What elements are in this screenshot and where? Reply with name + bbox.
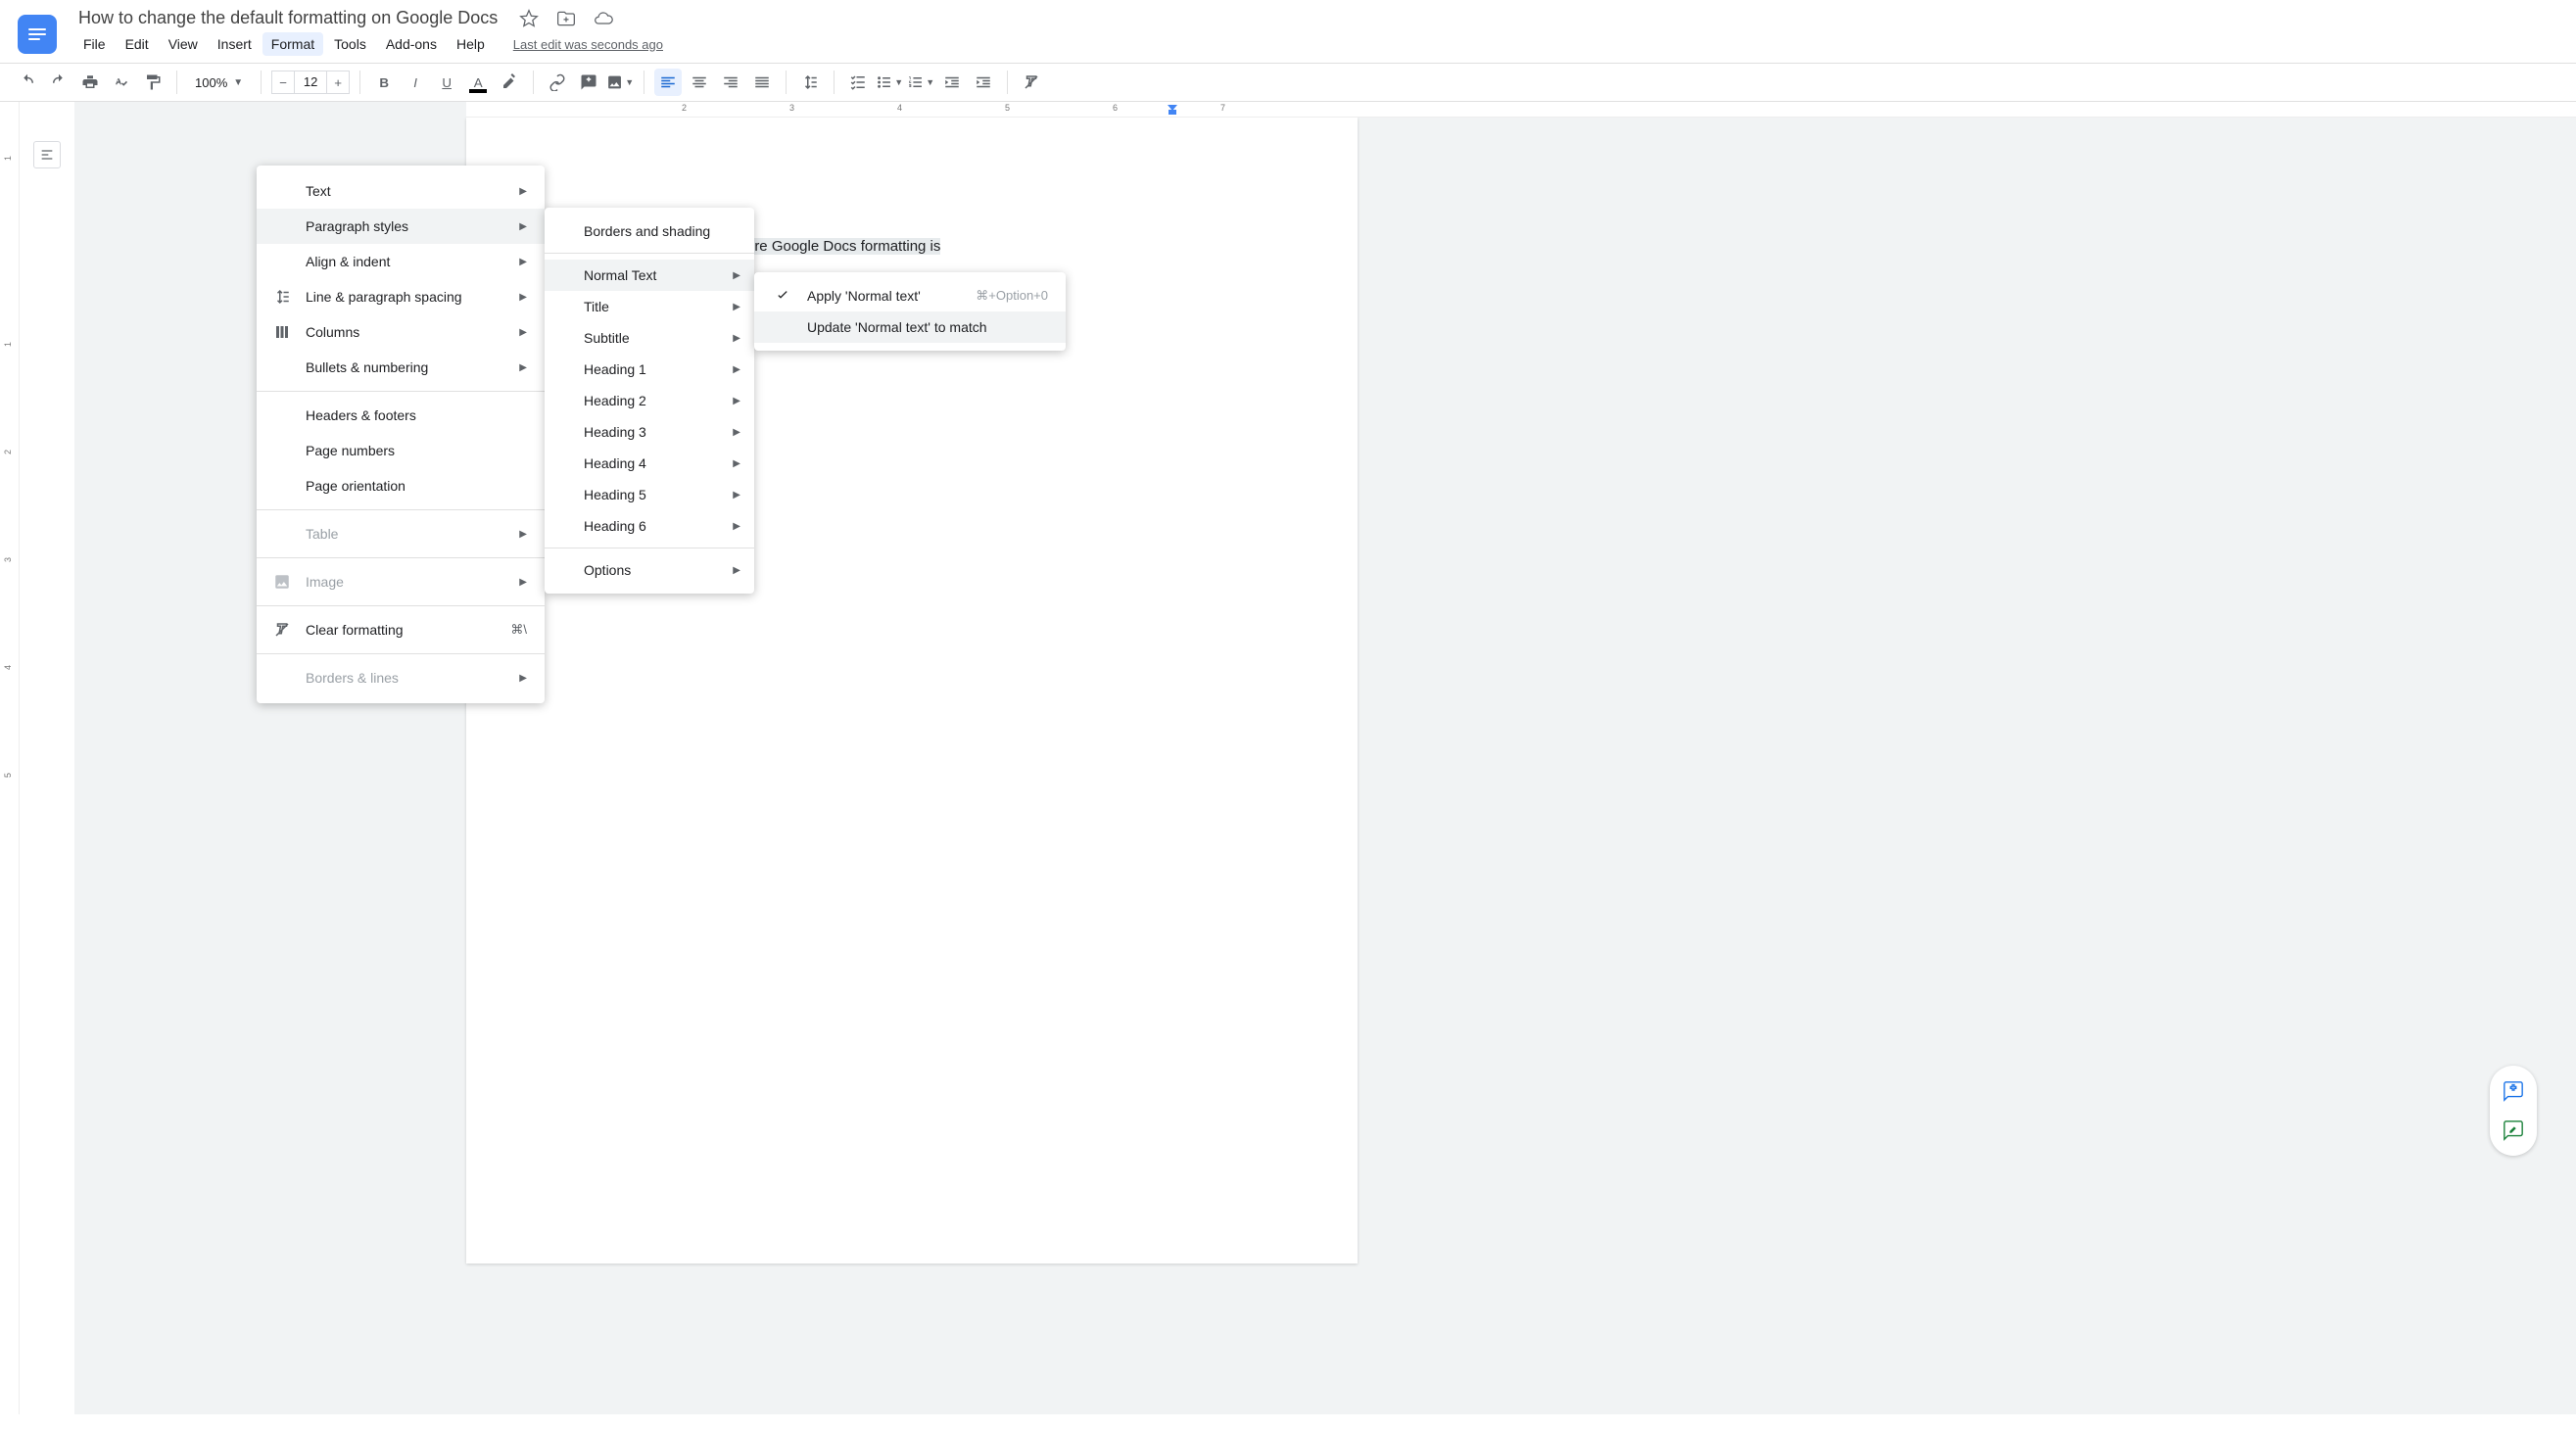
format-align-indent[interactable]: Align & indent▶	[257, 244, 545, 279]
highlight-button[interactable]	[496, 69, 523, 96]
paragraph-options[interactable]: Options▶	[545, 554, 754, 586]
paragraph-styles-menu: Borders and shading Normal Text▶Title▶Sub…	[545, 208, 754, 594]
checklist-button[interactable]	[844, 69, 872, 96]
insert-link-button[interactable]	[544, 69, 571, 96]
zoom-select[interactable]: 100%▼	[187, 75, 251, 90]
style-subtitle[interactable]: Subtitle▶	[545, 322, 754, 354]
cloud-status-icon[interactable]	[594, 9, 613, 28]
document-title[interactable]: How to change the default formatting on …	[74, 6, 501, 30]
apply-normal-text[interactable]: Apply 'Normal text' ⌘+Option+0	[754, 280, 1066, 311]
suggest-edits-float[interactable]	[2498, 1115, 2529, 1146]
outline-toggle[interactable]	[33, 141, 61, 168]
format-image: Image▶	[257, 564, 545, 599]
vertical-ruler: 1 1 2 3 4 5	[0, 102, 20, 1414]
format-menu: Text▶Paragraph styles▶Align & indent▶Lin…	[257, 166, 545, 703]
style-heading-6[interactable]: Heading 6▶	[545, 510, 754, 542]
borders-and-shading[interactable]: Borders and shading	[545, 215, 754, 247]
style-normal-text[interactable]: Normal Text▶	[545, 260, 754, 291]
toolbar: 100%▼ − 12 + B I U A ▼ ▼ ▼	[0, 63, 2576, 102]
print-button[interactable]	[76, 69, 104, 96]
last-edit-link[interactable]: Last edit was seconds ago	[513, 37, 663, 52]
format-headers-footers[interactable]: Headers & footers	[257, 398, 545, 433]
style-title[interactable]: Title▶	[545, 291, 754, 322]
paint-format-button[interactable]	[139, 69, 167, 96]
increase-indent-button[interactable]	[970, 69, 997, 96]
menu-insert[interactable]: Insert	[209, 32, 261, 56]
menu-tools[interactable]: Tools	[325, 32, 375, 56]
format-paragraph-styles[interactable]: Paragraph styles▶	[257, 209, 545, 244]
align-center-button[interactable]	[686, 69, 713, 96]
format-clear-formatting[interactable]: Clear formatting⌘\	[257, 612, 545, 647]
format-text[interactable]: Text▶	[257, 173, 545, 209]
menu-format[interactable]: Format	[262, 32, 323, 56]
insert-image-button[interactable]: ▼	[606, 69, 634, 96]
line-spacing-button[interactable]	[796, 69, 824, 96]
add-comment-button[interactable]	[575, 69, 602, 96]
font-size-increase[interactable]: +	[326, 71, 350, 94]
bold-button[interactable]: B	[370, 69, 398, 96]
update-normal-text[interactable]: Update 'Normal text' to match	[754, 311, 1066, 343]
clear-format-button[interactable]	[1018, 69, 1045, 96]
normal-text-menu: Apply 'Normal text' ⌘+Option+0 Update 'N…	[754, 272, 1066, 351]
style-heading-5[interactable]: Heading 5▶	[545, 479, 754, 510]
spellcheck-button[interactable]	[108, 69, 135, 96]
style-heading-4[interactable]: Heading 4▶	[545, 448, 754, 479]
horizontal-ruler: 2 3 4 5 6 7	[466, 102, 2576, 118]
menubar: File Edit View Insert Format Tools Add-o…	[74, 30, 2556, 62]
menu-edit[interactable]: Edit	[117, 32, 158, 56]
format-bullets-numbering[interactable]: Bullets & numbering▶	[257, 350, 545, 385]
undo-button[interactable]	[14, 69, 41, 96]
format-page-orientation[interactable]: Page orientation	[257, 468, 545, 503]
numbered-list-button[interactable]: ▼	[907, 69, 934, 96]
format-table: Table▶	[257, 516, 545, 551]
menu-file[interactable]: File	[74, 32, 115, 56]
format-borders-lines: Borders & lines▶	[257, 660, 545, 695]
underline-button[interactable]: U	[433, 69, 460, 96]
add-comment-float[interactable]	[2498, 1075, 2529, 1107]
docs-logo[interactable]	[18, 15, 57, 54]
style-heading-1[interactable]: Heading 1▶	[545, 354, 754, 385]
floating-actions	[2490, 1066, 2537, 1156]
menu-view[interactable]: View	[160, 32, 207, 56]
align-left-button[interactable]	[654, 69, 682, 96]
align-justify-button[interactable]	[748, 69, 776, 96]
move-icon[interactable]	[556, 9, 576, 28]
format-columns[interactable]: Columns▶	[257, 314, 545, 350]
redo-button[interactable]	[45, 69, 72, 96]
format-page-numbers[interactable]: Page numbers	[257, 433, 545, 468]
menu-help[interactable]: Help	[448, 32, 494, 56]
star-icon[interactable]	[519, 9, 539, 28]
italic-button[interactable]: I	[402, 69, 429, 96]
decrease-indent-button[interactable]	[938, 69, 966, 96]
text-color-button[interactable]: A	[464, 69, 492, 96]
menu-addons[interactable]: Add-ons	[377, 32, 446, 56]
format-line-paragraph-spacing[interactable]: Line & paragraph spacing▶	[257, 279, 545, 314]
style-heading-3[interactable]: Heading 3▶	[545, 416, 754, 448]
font-size-value[interactable]: 12	[295, 71, 326, 94]
bulleted-list-button[interactable]: ▼	[876, 69, 903, 96]
font-size-decrease[interactable]: −	[271, 71, 295, 94]
style-heading-2[interactable]: Heading 2▶	[545, 385, 754, 416]
indent-marker[interactable]	[1168, 105, 1177, 115]
align-right-button[interactable]	[717, 69, 744, 96]
